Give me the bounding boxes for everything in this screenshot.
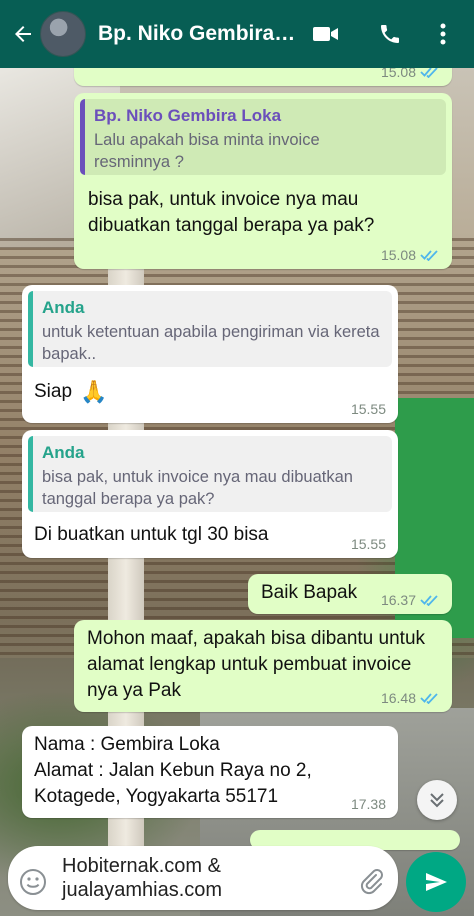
read-receipt-icon: [420, 693, 438, 704]
video-call-icon[interactable]: [311, 19, 341, 49]
voice-call-icon[interactable]: [375, 19, 405, 49]
message-bubble-incoming[interactable]: Anda bisa pak, untuk invoice nya mau dib…: [22, 430, 398, 558]
message-bubble-outgoing[interactable]: Baik Bapak 16.37: [248, 574, 452, 614]
quoted-message[interactable]: Anda untuk ketentuan apabila pengiriman …: [28, 291, 392, 367]
attach-icon[interactable]: [356, 866, 386, 896]
more-options-icon[interactable]: [428, 19, 458, 49]
scroll-to-bottom-button[interactable]: [417, 780, 457, 820]
message-time: 16.37: [380, 592, 416, 608]
quoted-text: untuk ketentuan apabila pengiriman via k…: [42, 323, 380, 363]
contact-avatar[interactable]: [40, 11, 86, 57]
message-text: Siap: [34, 381, 73, 402]
message-bubble-incoming[interactable]: Anda untuk ketentuan apabila pengiriman …: [22, 285, 398, 423]
message-time: 15.55: [350, 536, 386, 552]
chat-header: Bp. Niko Gembira Loka: [0, 0, 474, 68]
double-chevron-down-icon: [430, 793, 444, 808]
quoted-message[interactable]: Anda bisa pak, untuk invoice nya mau dib…: [28, 436, 392, 512]
message-meta: 15.08: [381, 247, 440, 263]
quoted-author: Anda: [42, 443, 85, 462]
quoted-author: Bp. Niko Gembira Loka: [94, 106, 282, 125]
message-meta: 15.55: [351, 401, 386, 417]
message-text: Baik Bapak: [261, 582, 358, 603]
message-text: Nama : Gembira Loka Alamat : Jalan Kebun…: [34, 734, 312, 807]
message-meta: 17.38: [351, 796, 386, 812]
message-bubble-outgoing[interactable]: Mohon maaf, apakah bisa dibantu untuk al…: [74, 620, 452, 712]
back-arrow-icon[interactable]: [8, 19, 38, 49]
message-time: 15.08: [380, 247, 416, 263]
message-meta: 16.37: [381, 592, 440, 608]
message-time: 16.48: [380, 690, 416, 706]
message-input[interactable]: Hobiternak.com & jualayamhias.com: [62, 854, 342, 902]
message-composer[interactable]: Hobiternak.com & jualayamhias.com: [8, 846, 398, 910]
message-meta: 16.48: [381, 690, 440, 706]
read-receipt-icon: [420, 595, 438, 606]
message-meta: 15.55: [351, 536, 386, 552]
emoji-icon[interactable]: [18, 867, 48, 897]
quoted-message[interactable]: Bp. Niko Gembira Loka Lalu apakah bisa m…: [80, 99, 446, 175]
send-button[interactable]: [406, 852, 466, 912]
quoted-text: bisa pak, untuk invoice nya mau dibuatka…: [42, 468, 353, 508]
message-bubble-incoming[interactable]: Nama : Gembira Loka Alamat : Jalan Kebun…: [22, 726, 398, 818]
message-time: 15.55: [350, 401, 386, 417]
read-receipt-icon: [420, 250, 438, 261]
quoted-text: Lalu apakah bisa minta invoice resminnya…: [94, 131, 320, 171]
message-text: Di buatkan untuk tgl 30 bisa: [34, 524, 269, 545]
folded-hands-emoji: 🙏: [80, 379, 108, 404]
message-bubble-outgoing[interactable]: Bp. Niko Gembira Loka Lalu apakah bisa m…: [74, 93, 452, 269]
message-text: bisa pak, untuk invoice nya mau dibuatka…: [88, 189, 375, 236]
send-icon: [426, 873, 447, 891]
contact-name[interactable]: Bp. Niko Gembira Loka: [98, 22, 298, 46]
quoted-author: Anda: [42, 298, 85, 317]
message-time: 17.38: [350, 796, 386, 812]
